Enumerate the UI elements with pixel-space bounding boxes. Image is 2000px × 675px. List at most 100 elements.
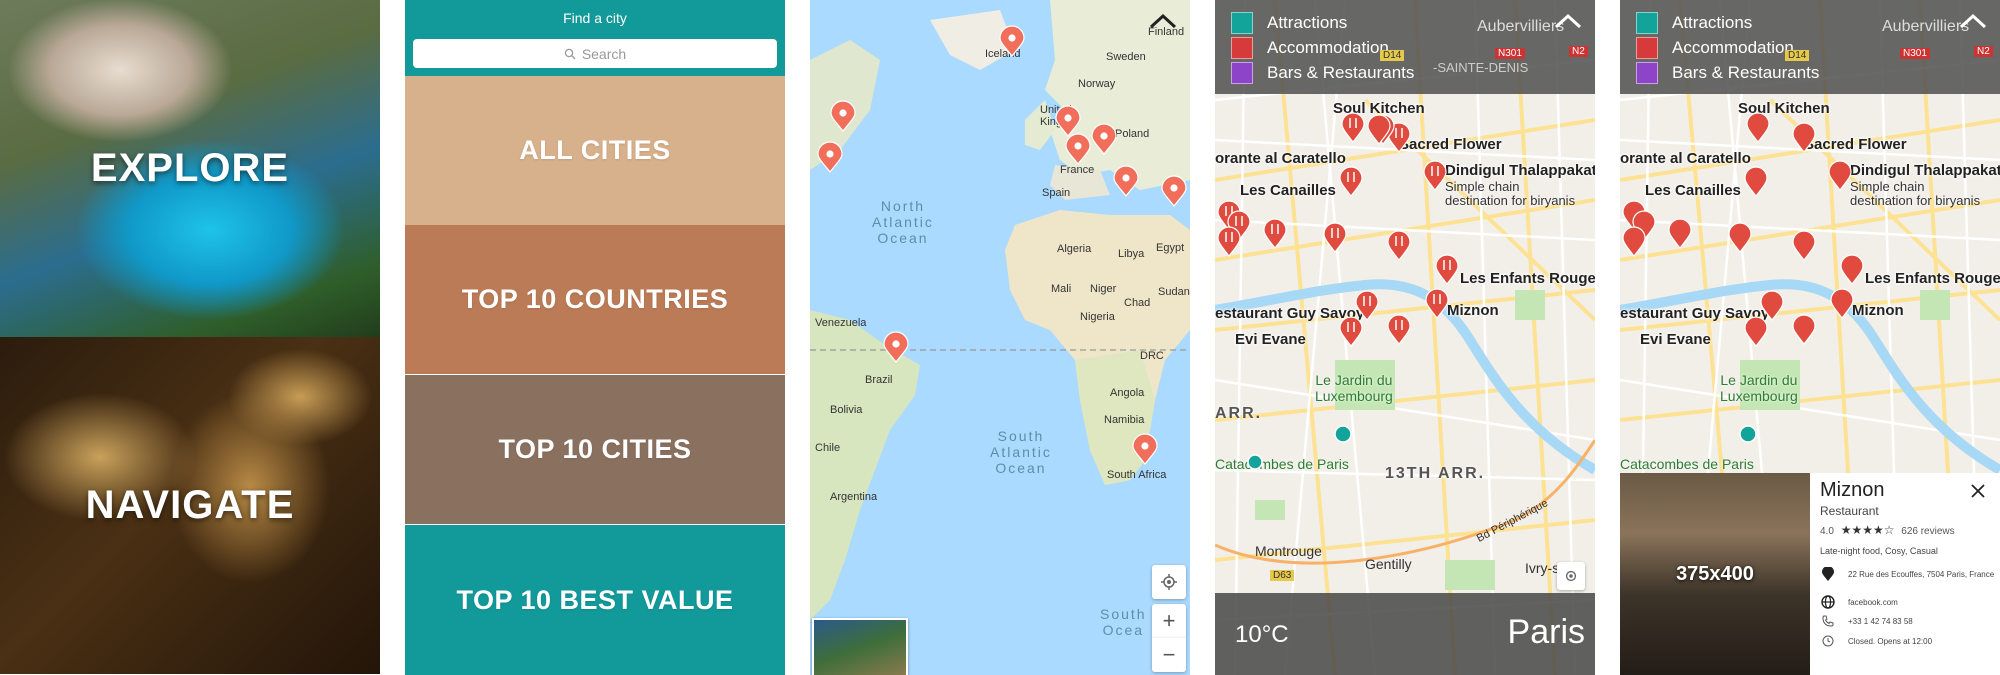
hours-row[interactable]: Closed. Opens at 12:00	[1820, 635, 1996, 647]
place-name: Miznon	[1820, 479, 1885, 501]
star-icon: ★★★★☆	[1840, 523, 1895, 537]
district-label: 13TH ARR.	[1385, 465, 1486, 482]
chevron-up-icon[interactable]	[1148, 12, 1178, 30]
temperature: 10°C	[1235, 621, 1289, 648]
country-label: France	[1060, 164, 1095, 176]
category-top-10-countries[interactable]: TOP 10 COUNTRIES	[405, 225, 785, 374]
my-location-button[interactable]	[1557, 562, 1585, 590]
poi-label: Sacred Flower	[1399, 136, 1502, 153]
search-placeholder: Search	[581, 45, 627, 62]
zoom-in-button[interactable]: +	[1152, 604, 1186, 638]
legend-accommodation[interactable]: Accommodation	[1636, 37, 1794, 59]
globe-icon	[1821, 595, 1835, 609]
poi-label: Les Canailles	[1240, 182, 1336, 199]
legend-label: Attractions	[1267, 13, 1348, 32]
poi-label: Evi Evane	[1640, 331, 1711, 348]
park-label: Catacombes de Paris	[1215, 456, 1349, 472]
poi-label: orante al Caratello	[1620, 150, 1751, 167]
road-sign: D14	[1785, 50, 1810, 61]
legend-label: Accommodation	[1672, 38, 1794, 57]
country-label: Sweden	[1106, 51, 1146, 63]
chevron-up-icon[interactable]	[1958, 12, 1988, 30]
legend-bars-restaurants[interactable]: Bars & Restaurants	[1636, 62, 1819, 84]
legend-label: Accommodation	[1267, 38, 1389, 57]
poi-label: Soul Kitchen	[1738, 100, 1830, 117]
chevron-up-icon[interactable]	[1553, 12, 1583, 30]
poi-label: Dindigul Thalappakat	[1850, 162, 2000, 179]
category-legend: Attractions Accommodation Bars & Restaur…	[1620, 0, 2000, 94]
place-type: Restaurant	[1820, 504, 1879, 518]
search-input[interactable]: Search	[413, 39, 777, 68]
plus-icon: +	[1162, 608, 1176, 633]
legend-bars-restaurants[interactable]: Bars & Restaurants	[1231, 62, 1414, 84]
road-sign: N2	[1569, 46, 1588, 57]
country-label: Sudan	[1158, 286, 1190, 298]
find-city-header: Find a city Search	[405, 0, 785, 76]
country-label: Nigeria	[1080, 311, 1115, 323]
area-label: Aubervilliers	[1882, 18, 1970, 35]
place-tags: Late-night food, Cosy, Casual	[1820, 546, 1938, 556]
legend-attractions[interactable]: Attractions	[1231, 12, 1347, 34]
country-label: Norway	[1078, 78, 1116, 90]
world-map[interactable]	[810, 0, 1190, 675]
category-top-10-best-value[interactable]: TOP 10 BEST VALUE	[405, 525, 785, 675]
poi-label: Sacred Flower	[1804, 136, 1907, 153]
category-label: TOP 10 CITIES	[498, 434, 692, 464]
place-hours: Closed. Opens at 12:00	[1848, 636, 1933, 646]
legend-accommodation[interactable]: Accommodation	[1231, 37, 1389, 59]
district-label: ARR.	[1215, 405, 1263, 422]
country-label: Chile	[815, 442, 841, 454]
country-label: South Africa	[1107, 469, 1167, 481]
locate-icon	[1161, 574, 1177, 590]
country-label: Egypt	[1156, 242, 1185, 254]
category-legend: Attractions Accommodation Bars & Restaur…	[1215, 0, 1595, 94]
explore-tile[interactable]: EXPLORE	[0, 0, 380, 337]
place-photo[interactable]: 375x400	[1620, 473, 1810, 675]
legend-swatch	[1636, 62, 1658, 84]
location-pin-icon	[1822, 567, 1834, 581]
park-label: Catacombes de Paris	[1620, 456, 1754, 472]
place-detail-card: 375x400 Miznon Restaurant 4.0 ★★★★☆ 626 …	[1620, 473, 2000, 675]
my-location-button[interactable]	[1152, 565, 1186, 599]
photo-placeholder: 375x400	[1676, 562, 1754, 585]
area-label: -SAINTE-DENIS	[1433, 60, 1529, 75]
satellite-toggle[interactable]	[812, 618, 908, 675]
area-label: Gentilly	[1365, 556, 1412, 572]
zoom-out-button[interactable]: −	[1152, 638, 1186, 672]
road-sign: N301	[1495, 48, 1525, 59]
place-detail-screen: Attractions Accommodation Bars & Restaur…	[1620, 0, 2000, 675]
legend-label: Attractions	[1672, 13, 1753, 32]
country-label: Venezuela	[815, 317, 867, 329]
legend-label: Bars & Restaurants	[1267, 63, 1415, 82]
address-row[interactable]: 22 Rue des Ecouffes, 7504 Paris, France	[1820, 567, 1996, 581]
category-all-cities[interactable]: ALL CITIES	[405, 76, 785, 225]
poi-label: Evi Evane	[1235, 331, 1306, 348]
poi-description: Simple chain destination for biryanis	[1445, 179, 1576, 208]
country-label: Libya	[1118, 248, 1145, 260]
legend-swatch	[1636, 37, 1658, 59]
category-top-10-cities[interactable]: TOP 10 CITIES	[405, 375, 785, 524]
road-sign: D63	[1270, 570, 1295, 581]
poi-label: estaurant Guy Savoy	[1620, 305, 1770, 322]
category-label: TOP 10 COUNTRIES	[461, 284, 729, 314]
place-rating: 4.0 ★★★★☆ 626 reviews	[1820, 523, 1955, 537]
ocean-label: North Atlantic Ocean	[872, 198, 934, 246]
locate-icon	[1565, 570, 1577, 582]
close-icon[interactable]	[1970, 483, 1986, 499]
place-info: Miznon Restaurant 4.0 ★★★★☆ 626 reviews …	[1820, 473, 1996, 675]
place-phone: +33 1 42 74 83 58	[1848, 616, 1913, 626]
legend-attractions[interactable]: Attractions	[1636, 12, 1752, 34]
ocean-label: South Atlantic Ocean	[990, 428, 1052, 476]
navigate-tile[interactable]: NAVIGATE	[0, 337, 380, 674]
find-city-screen: Find a city Search ALL CITIES TOP 10 COU…	[405, 0, 785, 675]
city-name: Paris	[1507, 613, 1585, 651]
legend-swatch	[1231, 37, 1253, 59]
poi-label: orante al Caratello	[1215, 150, 1346, 167]
paris-map-screen: Attractions Accommodation Bars & Restaur…	[1215, 0, 1595, 675]
review-count: 626 reviews	[1901, 526, 1955, 537]
phone-row[interactable]: +33 1 42 74 83 58	[1820, 615, 1996, 627]
country-label: Mali	[1051, 283, 1072, 295]
country-label: Algeria	[1057, 243, 1092, 255]
poi-label: Les Enfants Rouge	[1460, 270, 1595, 287]
website-row[interactable]: facebook.com	[1820, 595, 1996, 609]
